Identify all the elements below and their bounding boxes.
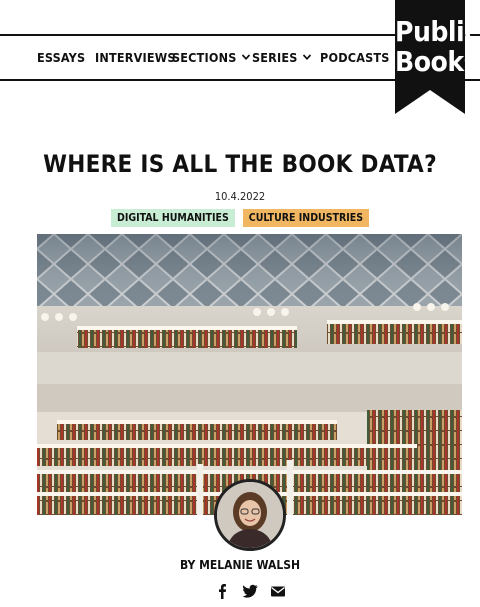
twitter-icon[interactable] [242, 583, 258, 599]
article-tags: DIGITAL HUMANITIES CULTURE INDUSTRIES [0, 209, 480, 227]
nav-item-interviews[interactable]: INTERVIEWS [95, 35, 176, 79]
nav-item-label: ESSAYS [37, 49, 86, 65]
nav-item-label: SERIES [252, 49, 298, 65]
share-links [0, 583, 480, 601]
nav-item-podcasts[interactable]: PODCASTS [320, 35, 404, 79]
email-icon[interactable] [270, 583, 286, 599]
facebook-icon[interactable] [214, 583, 230, 599]
main-nav: ESSAYS INTERVIEWS SECTIONS SERIES PODCAS… [0, 35, 403, 79]
article-title: WHERE IS ALL THE BOOK DATA? [43, 150, 437, 178]
nav-item-essays[interactable]: ESSAYS [37, 35, 85, 79]
library-interior-image [37, 234, 462, 515]
chevron-down-icon [241, 54, 250, 61]
author-avatar[interactable] [214, 479, 286, 551]
nav-item-label: SECTIONS [172, 49, 237, 65]
nav-item-series[interactable]: SERIES [252, 35, 312, 79]
chevron-down-icon [302, 54, 311, 61]
nav-item-label: PODCASTS [320, 49, 390, 65]
nav-item-sections[interactable]: SECTIONS [172, 35, 251, 79]
public-books-logo[interactable]: Public Books [395, 0, 479, 114]
author-byline: BY MELANIE WALSH [179, 558, 301, 572]
tag-culture-industries[interactable]: CULTURE INDUSTRIES [242, 209, 370, 227]
tag-digital-humanities[interactable]: DIGITAL HUMANITIES [110, 209, 235, 227]
article-date: 10.4.2022 [214, 190, 266, 203]
hero-image [37, 234, 462, 515]
logo-text-line2: Books [395, 45, 479, 78]
author-photo [217, 482, 283, 548]
nav-item-label: INTERVIEWS [95, 49, 176, 65]
logo-text-line1: Public [395, 15, 479, 48]
